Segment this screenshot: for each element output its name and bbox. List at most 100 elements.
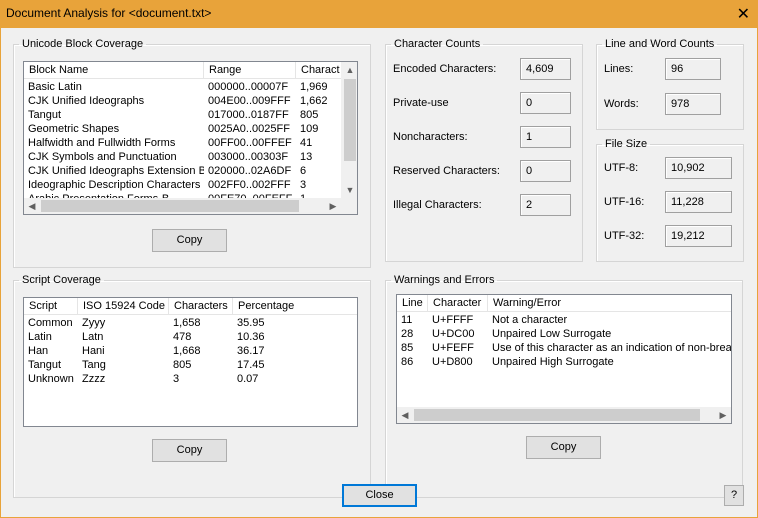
table-row[interactable]: Latin Latn 478 10.36 xyxy=(24,330,313,344)
cell-characters: 1,969 xyxy=(300,81,328,93)
cell-percentage: 35.95 xyxy=(237,317,265,329)
script-coverage-rows: Common Zyyy 1,658 35.95 Latin Latn 478 10.36 H… xyxy=(24,316,313,386)
unicode-block-legend: Unicode Block Coverage xyxy=(22,38,144,50)
unicode-block-copy-button[interactable]: Copy xyxy=(152,229,227,252)
cell-character: U+DC00 xyxy=(432,328,475,340)
cell-characters: 1,662 xyxy=(300,95,328,107)
cell-line: 86 xyxy=(401,356,414,368)
scroll-corner xyxy=(341,198,357,214)
table-row[interactable]: 85 U+FEFF Use of this character as an indi… xyxy=(397,341,731,355)
cell-characters: 805 xyxy=(173,359,192,371)
cell-block-name: Ideographic Description Characters xyxy=(28,179,201,191)
hscroll-thumb[interactable] xyxy=(41,200,299,212)
column-header-iso-code[interactable]: ISO 15924 Code xyxy=(78,298,169,315)
unicode-block-list-header: Block Name Range Charact xyxy=(24,62,341,79)
table-row[interactable]: Tangut 017000..0187FF 805 xyxy=(24,108,341,122)
cell-block-name: CJK Unified Ideographs xyxy=(28,95,145,107)
cell-iso-code: Tang xyxy=(82,359,106,371)
table-row[interactable]: CJK Unified Ideographs 004E00..009FFF 1,66… xyxy=(24,94,341,108)
illegal-characters-label: Illegal Characters: xyxy=(393,199,482,211)
warnings-errors-hscroll[interactable]: ◀ ▶ xyxy=(397,407,731,423)
script-coverage-list[interactable]: Script ISO 15924 Code Characters Percent… xyxy=(23,297,358,427)
utf16-label: UTF-16: xyxy=(604,196,645,208)
cell-range: 0025A0..0025FF xyxy=(208,123,290,135)
private-use-value: 0 xyxy=(520,92,571,114)
table-row[interactable]: Unknown Zzzz 3 0.07 xyxy=(24,372,313,386)
table-row[interactable]: 11 U+FFFF Not a character xyxy=(397,313,731,327)
cell-block-name: Tangut xyxy=(28,109,62,121)
cell-warning: Not a character xyxy=(492,314,568,326)
utf8-label: UTF-8: xyxy=(604,162,639,174)
table-row[interactable]: Geometric Shapes 0025A0..0025FF 109 xyxy=(24,122,341,136)
table-row[interactable]: Ideographic Description Characters 002FF0… xyxy=(24,178,341,192)
unicode-block-hscroll[interactable]: ◀ ▶ xyxy=(24,198,341,214)
title-bar[interactable]: Document Analysis for <document.txt> ✕ xyxy=(0,0,758,28)
lines-label: Lines: xyxy=(604,63,634,75)
utf16-value: 11,228 xyxy=(665,191,732,213)
cell-range: 002FF0..002FFF xyxy=(208,179,291,191)
cell-warning: Unpaired High Surrogate xyxy=(492,356,614,368)
column-header-characters[interactable]: Characters xyxy=(169,298,233,315)
close-button[interactable]: Close xyxy=(342,484,417,507)
cell-range: 000000..00007F xyxy=(208,81,289,93)
warnings-errors-copy-button[interactable]: Copy xyxy=(526,436,601,459)
private-use-label: Private-use xyxy=(393,97,449,109)
cell-iso-code: Hani xyxy=(82,345,105,357)
script-coverage-list-header: Script ISO 15924 Code Characters Percent… xyxy=(24,298,357,315)
warnings-errors-list[interactable]: Line Character Warning/Error 11 U+FFFF Not… xyxy=(396,294,732,424)
column-header-script[interactable]: Script xyxy=(24,298,78,315)
scroll-left-icon[interactable]: ◀ xyxy=(24,198,40,214)
cell-characters: 13 xyxy=(300,151,313,163)
dialog-body: Unicode Block Coverage Block Name Range … xyxy=(0,28,758,518)
column-header-warning-error[interactable]: Warning/Error xyxy=(488,295,731,312)
table-row[interactable]: Common Zyyy 1,658 35.95 xyxy=(24,316,313,330)
unicode-block-vscroll[interactable]: ▲ ▼ xyxy=(341,62,357,198)
cell-iso-code: Zzzz xyxy=(82,373,106,385)
table-row[interactable]: CJK Symbols and Punctuation 003000..00303… xyxy=(24,150,341,164)
warnings-errors-rows: 11 U+FFFF Not a character 28 U+DC00 Unpaired… xyxy=(397,313,731,369)
encoded-characters-label: Encoded Characters: xyxy=(393,63,497,75)
column-header-line[interactable]: Line xyxy=(397,295,428,312)
help-button[interactable]: ? xyxy=(724,485,744,506)
column-header-characters[interactable]: Charact xyxy=(296,62,341,79)
hscroll-thumb[interactable] xyxy=(414,409,700,421)
cell-percentage: 0.07 xyxy=(237,373,259,385)
cell-iso-code: Latn xyxy=(82,331,104,343)
cell-line: 85 xyxy=(401,342,414,354)
encoded-characters-value: 4,609 xyxy=(520,58,571,80)
cell-characters: 805 xyxy=(300,109,319,121)
scroll-up-icon[interactable]: ▲ xyxy=(342,62,357,78)
scroll-right-icon[interactable]: ▶ xyxy=(715,407,731,423)
table-row[interactable]: CJK Unified Ideographs Extension B 020000… xyxy=(24,164,341,178)
scroll-left-icon[interactable]: ◀ xyxy=(397,407,413,423)
cell-characters: 3 xyxy=(173,373,180,385)
close-icon[interactable]: ✕ xyxy=(737,4,750,24)
cell-block-name: Geometric Shapes xyxy=(28,123,120,135)
unicode-block-list[interactable]: Block Name Range Charact Basic Latin 0000… xyxy=(23,61,358,215)
utf32-label: UTF-32: xyxy=(604,230,645,242)
scroll-right-icon[interactable]: ▶ xyxy=(325,198,341,214)
warnings-errors-legend: Warnings and Errors xyxy=(394,274,495,286)
table-row[interactable]: Basic Latin 000000..00007F 1,969 xyxy=(24,80,341,94)
column-header-range[interactable]: Range xyxy=(204,62,296,79)
cell-range: 004E00..009FFF xyxy=(208,95,291,107)
scroll-down-icon[interactable]: ▼ xyxy=(342,182,357,198)
cell-characters: 3 xyxy=(300,179,307,191)
table-row[interactable]: Tangut Tang 805 17.45 xyxy=(24,358,313,372)
script-coverage-copy-button[interactable]: Copy xyxy=(152,439,227,462)
column-header-character[interactable]: Character xyxy=(428,295,488,312)
cell-percentage: 36.17 xyxy=(237,345,265,357)
cell-script: Unknown xyxy=(28,373,74,385)
cell-characters: 6 xyxy=(300,165,307,177)
table-row[interactable]: 86 U+D800 Unpaired High Surrogate xyxy=(397,355,731,369)
cell-range: 017000..0187FF xyxy=(208,109,289,121)
vscroll-thumb[interactable] xyxy=(344,79,356,161)
line-word-group: Line and Word Counts xyxy=(596,38,744,130)
cell-percentage: 10.36 xyxy=(237,331,265,343)
column-header-percentage[interactable]: Percentage xyxy=(233,298,357,315)
table-row[interactable]: 28 U+DC00 Unpaired Low Surrogate xyxy=(397,327,731,341)
table-row[interactable]: Han Hani 1,668 36.17 xyxy=(24,344,313,358)
table-row[interactable]: Halfwidth and Fullwidth Forms 00FF00..00F… xyxy=(24,136,341,150)
column-header-block-name[interactable]: Block Name xyxy=(24,62,204,79)
reserved-characters-value: 0 xyxy=(520,160,571,182)
